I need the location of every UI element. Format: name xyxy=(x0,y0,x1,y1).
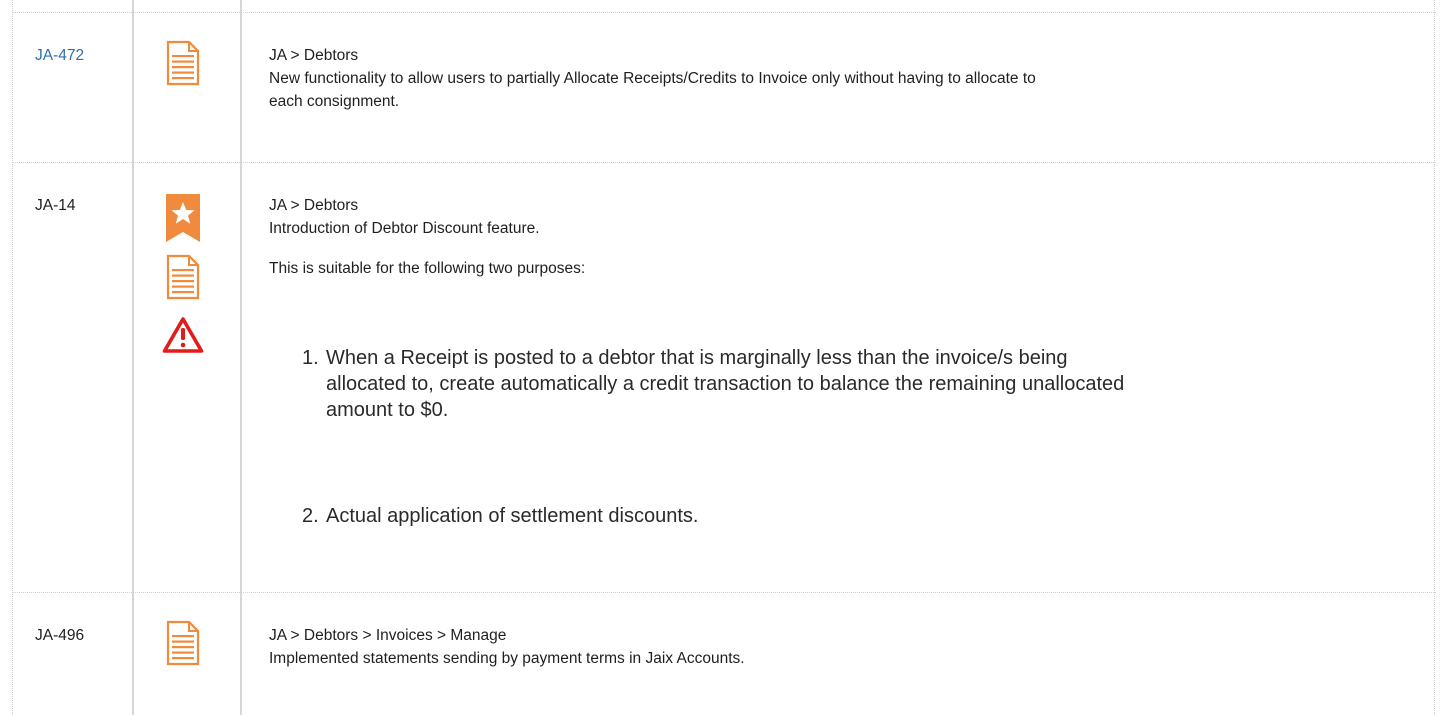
description-cell: JA > Debtors New functionality to allow … xyxy=(269,44,1419,113)
module-path: JA > Debtors > Invoices > Manage xyxy=(269,627,507,644)
description-line: Introduction of Debtor Discount feature. xyxy=(269,220,540,237)
intro-text: This is suitable for the following two p… xyxy=(269,260,586,277)
column-divider-id xyxy=(132,0,134,715)
row-divider xyxy=(12,592,1436,593)
issue-id-link[interactable]: JA-472 xyxy=(35,44,84,67)
description-cell: JA > Debtors > Invoices > Manage Impleme… xyxy=(269,624,1419,670)
row-divider xyxy=(12,162,1436,163)
table-left-border xyxy=(12,0,13,715)
document-icon xyxy=(166,40,200,86)
star-bookmark-icon xyxy=(166,194,200,242)
list-line: amount to $0. xyxy=(326,399,449,421)
module-path: JA > Debtors xyxy=(269,47,359,64)
list-text: Actual application of settlement discoun… xyxy=(326,503,1386,529)
release-notes-table: JA-472 JA > Debtors New functionality to… xyxy=(12,0,1436,715)
list-line: When a Receipt is posted to a debtor tha… xyxy=(326,347,1068,369)
document-icon xyxy=(166,254,200,300)
list-number: 1. xyxy=(302,347,319,369)
list-line: Actual application of settlement discoun… xyxy=(326,505,699,527)
table-right-border xyxy=(1434,0,1435,715)
document-icon xyxy=(166,620,200,666)
description-line: Implemented statements sending by paymen… xyxy=(269,650,745,667)
column-divider-icons xyxy=(240,0,242,715)
row-divider xyxy=(12,12,1436,13)
issue-id: JA-496 xyxy=(35,627,85,644)
list-text: When a Receipt is posted to a debtor tha… xyxy=(326,345,1386,423)
description-line: New functionality to allow users to part… xyxy=(269,70,1036,87)
issue-id: JA-14 xyxy=(35,197,76,214)
description-cell: JA > Debtors Introduction of Debtor Disc… xyxy=(269,194,1419,240)
warning-icon xyxy=(162,317,204,353)
module-path: JA > Debtors xyxy=(269,197,359,214)
list-line: allocated to, create automatically a cre… xyxy=(326,373,1125,395)
list-number: 2. xyxy=(302,505,319,527)
description-line: each consignment. xyxy=(269,93,400,110)
